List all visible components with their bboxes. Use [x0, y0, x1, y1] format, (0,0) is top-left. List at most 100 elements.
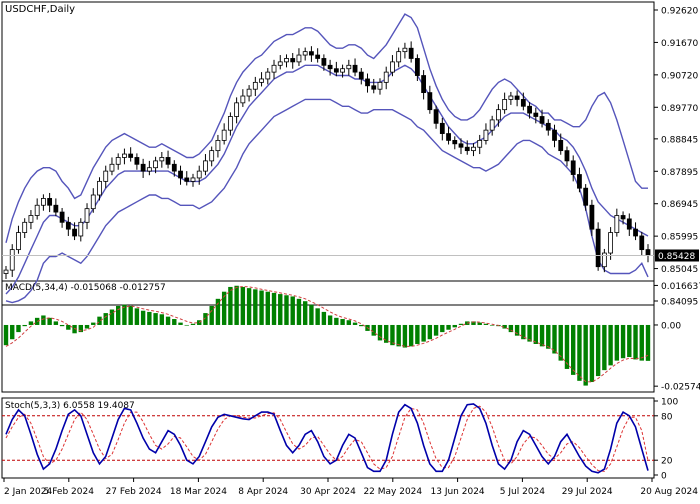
macd-histogram-bar	[47, 317, 52, 325]
candle-body	[639, 235, 645, 251]
macd-histogram-bar	[172, 319, 177, 325]
macd-panel	[3, 285, 651, 386]
macd-histogram-bar	[134, 308, 140, 325]
macd-histogram-bar	[546, 324, 551, 349]
macd-histogram-bar	[309, 304, 314, 325]
macd-histogram-bar	[433, 324, 439, 336]
macd-histogram-bar	[91, 322, 96, 325]
macd-histogram-bar	[346, 320, 352, 325]
macd-histogram-bar	[234, 285, 239, 325]
bollinger-lower-line	[5, 98, 649, 304]
candle-body	[53, 204, 59, 213]
candle-body	[577, 174, 582, 189]
candle-body	[533, 112, 539, 117]
candle-body	[140, 163, 146, 172]
stoch-tick-label: 80	[661, 412, 673, 422]
macd-histogram-bar	[265, 291, 270, 325]
panel-frame-0	[1, 1, 655, 306]
stoch-tick-label: 0	[661, 472, 667, 482]
candle-body	[514, 95, 520, 100]
candle-body	[383, 71, 389, 83]
candle-body	[315, 54, 321, 59]
date-tick-label: 5 Feb 2024	[44, 487, 95, 497]
candle-body	[72, 228, 77, 237]
macd-histogram-bar	[278, 294, 283, 325]
candle-body	[40, 198, 46, 206]
candle-body	[178, 170, 183, 179]
macd-histogram-bar	[633, 324, 638, 360]
macd-histogram-bar	[140, 310, 146, 325]
date-tick-label: 18 Mar 2024	[170, 487, 227, 497]
candle-body	[352, 64, 358, 73]
candle-body	[34, 204, 40, 216]
date-tick-label: 22 May 2024	[363, 487, 422, 497]
candle-body	[103, 170, 109, 182]
macd-histogram-bar	[178, 322, 183, 325]
macd-histogram-bar	[602, 324, 607, 371]
candle-body	[595, 228, 601, 268]
macd-histogram-bar	[16, 324, 21, 333]
price-tick-label: 0.91670	[661, 39, 698, 49]
candle-body	[146, 167, 152, 172]
candle-body	[471, 146, 476, 152]
candle-body	[527, 105, 532, 114]
date-tick-label: 29 Jul 2024	[562, 487, 613, 497]
candle-body	[128, 153, 134, 158]
date-tick-label: 20 Aug 2024	[640, 487, 698, 497]
stoch-label: Stoch(5,3,3) 6.0558 19.4087	[5, 401, 135, 411]
candle-body	[377, 81, 383, 90]
price-tick-label: 0.89770	[661, 104, 698, 114]
macd-histogram-bar	[284, 295, 289, 325]
candle-body	[221, 129, 227, 141]
candle-body	[452, 139, 458, 145]
date-tick-label: 27 Feb 2024	[106, 487, 162, 497]
candle-body	[9, 249, 15, 271]
candle-body	[520, 99, 526, 107]
macd-histogram-bar	[483, 323, 489, 325]
macd-histogram-bar	[259, 290, 264, 325]
macd-histogram-bar	[390, 324, 395, 346]
candle-body	[296, 54, 302, 63]
macd-histogram-bar	[577, 324, 582, 381]
candle-body	[302, 51, 308, 56]
candle-body	[190, 177, 196, 182]
candle-body	[396, 51, 402, 63]
macd-histogram-bar	[402, 324, 408, 348]
macd-histogram-bar	[377, 324, 383, 341]
current-price-label: 0.85428	[658, 252, 695, 262]
candle-body	[620, 215, 626, 220]
candle-body	[489, 119, 495, 131]
candle-body	[227, 116, 233, 131]
candle-body	[84, 208, 90, 223]
macd-histogram-bar	[10, 324, 15, 340]
macd-histogram-bar	[84, 324, 90, 329]
candle-body	[3, 269, 9, 274]
candle-body	[65, 221, 71, 230]
macd-histogram-bar	[59, 324, 65, 327]
macd-histogram-bar	[427, 324, 433, 340]
macd-histogram-bar	[334, 317, 339, 325]
candle-body	[240, 95, 246, 104]
candle-body	[402, 47, 408, 53]
candle-body	[508, 95, 514, 100]
candle-body	[483, 129, 489, 141]
chart-canvas: 0.92620 0.91670 0.90720 0.89770 0.88845 0.878…	[1, 1, 700, 497]
candle-body	[59, 211, 65, 223]
price-candles	[3, 41, 651, 279]
macd-histogram-bar	[639, 324, 644, 361]
candle-body	[159, 157, 165, 162]
macd-histogram-bar	[3, 324, 9, 346]
price-tick-label: 0.90720	[661, 71, 698, 81]
candle-body	[165, 157, 171, 165]
macd-histogram-bar	[539, 324, 545, 347]
candle-body	[545, 122, 551, 131]
candle-body	[109, 163, 115, 172]
macd-histogram-bar	[159, 314, 165, 325]
macd-histogram-bar	[321, 311, 327, 325]
candle-body	[464, 146, 470, 152]
macd-histogram-bar	[103, 313, 108, 325]
candle-body	[252, 81, 258, 90]
candle-body	[333, 68, 339, 73]
candle-body	[115, 157, 121, 165]
macd-histogram-bar	[527, 324, 532, 342]
